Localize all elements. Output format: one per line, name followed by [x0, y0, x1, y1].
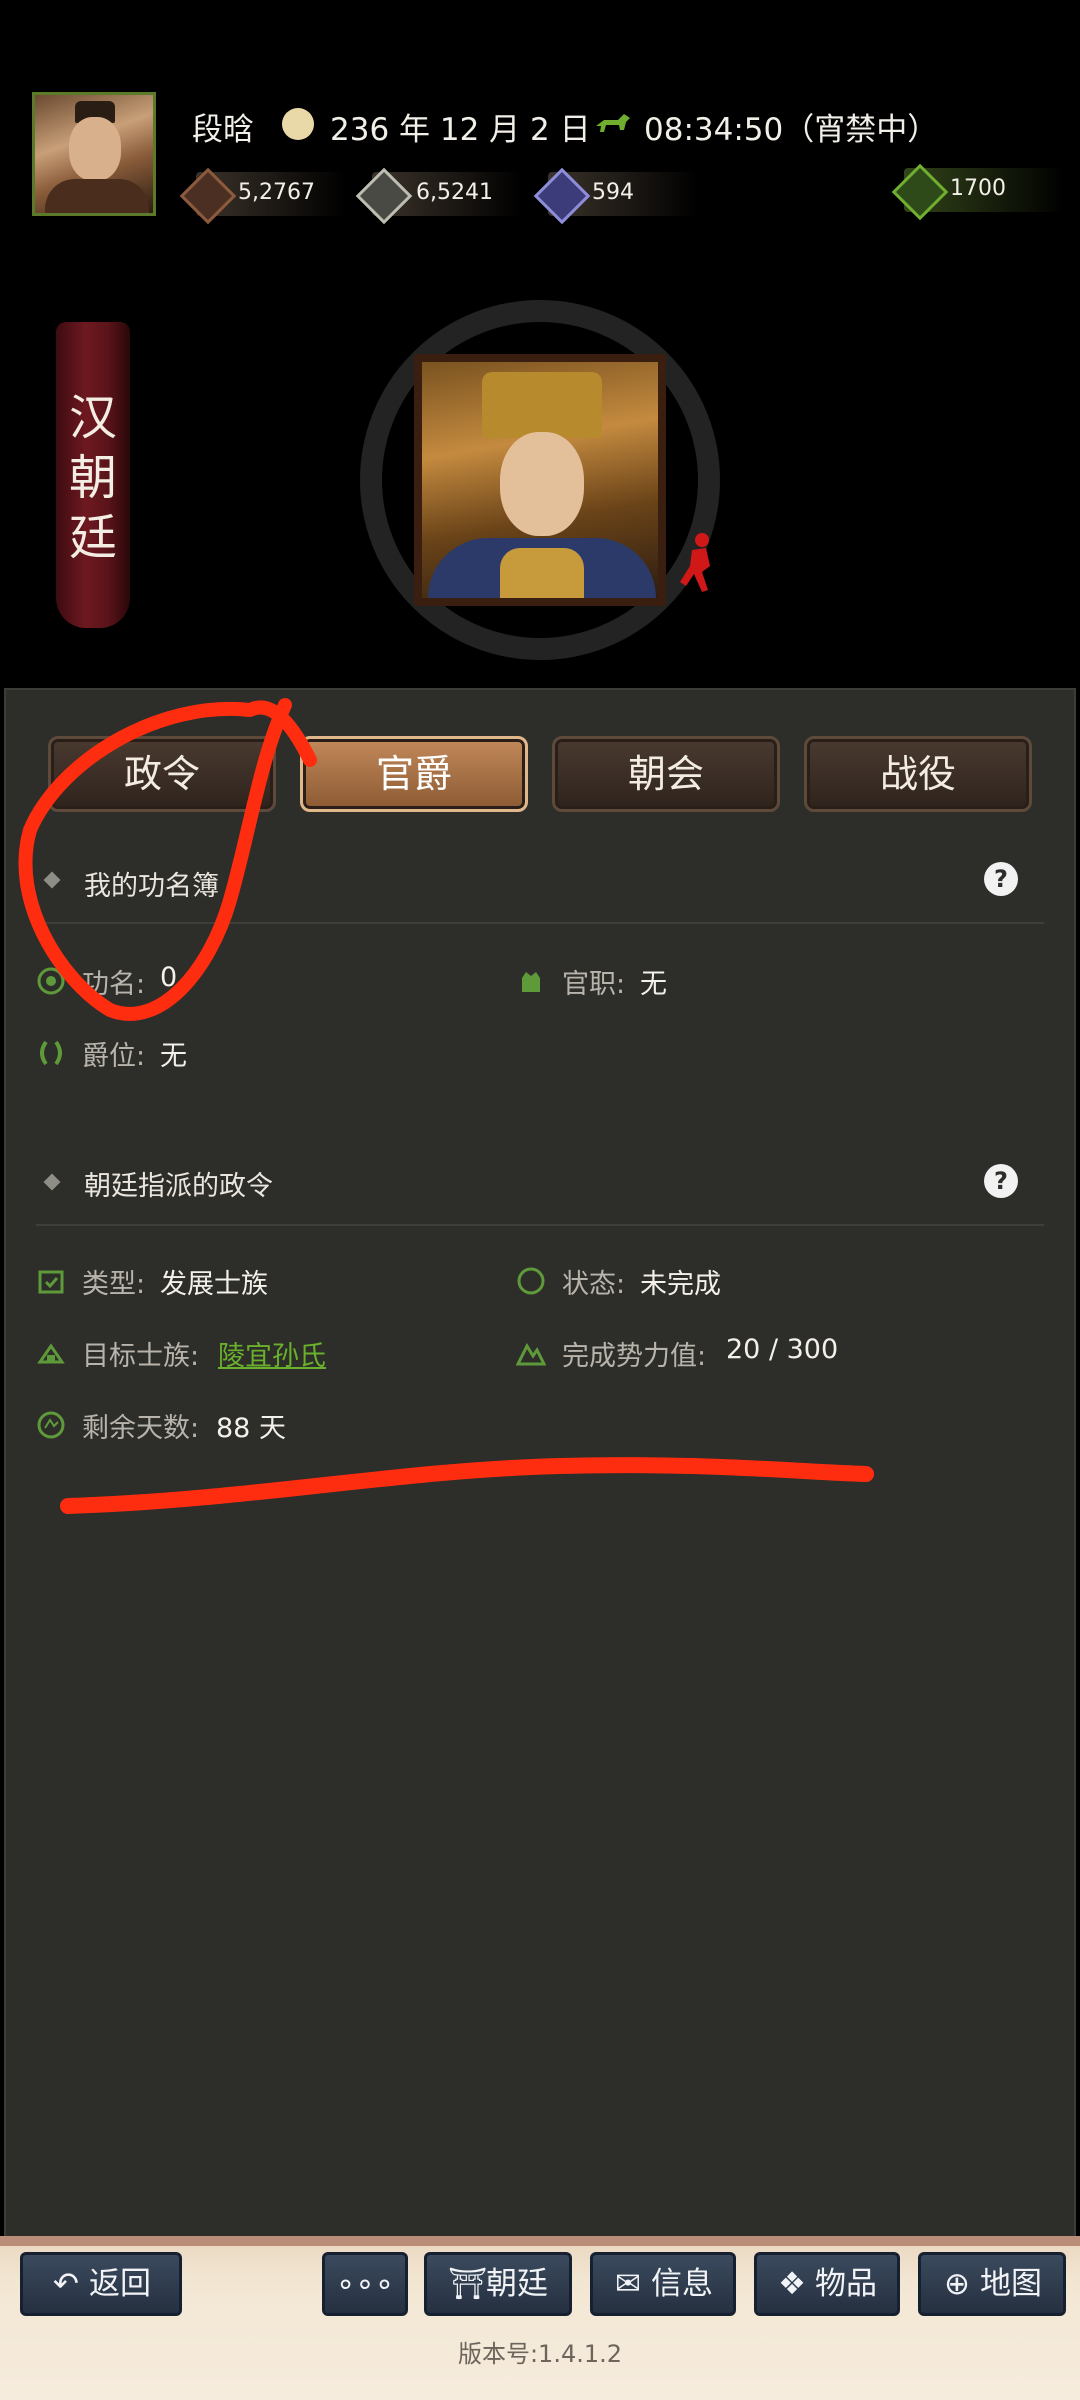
help-icon[interactable]: ? [984, 862, 1018, 896]
bottom-trim [0, 2236, 1080, 2246]
status-value: 未完成 [640, 1269, 721, 1300]
office-label: 官职: [562, 969, 626, 1000]
back-label: 返回 [89, 2266, 151, 2302]
section-decree-title: 朝廷指派的政令 [84, 1171, 273, 1202]
status-label: 状态: [562, 1269, 626, 1300]
globe-icon: ⊕ [944, 2266, 970, 2302]
horse-icon [596, 114, 630, 132]
clan-icon [37, 1343, 65, 1364]
divider [36, 922, 1044, 924]
game-time: 08:34:50（宵禁中） [644, 112, 939, 148]
target-clan-label: 目标士族: [82, 1341, 200, 1372]
info-label: 信息 [651, 2266, 713, 2302]
days-label: 剩余天数: [82, 1413, 200, 1444]
type-value: 发展士族 [160, 1269, 268, 1300]
days-icon [37, 1411, 65, 1439]
player-name: 段晗 [192, 112, 254, 148]
more-label: ∘∘∘ [335, 2266, 395, 2302]
calendar-check-icon [38, 1270, 64, 1294]
player-avatar[interactable] [32, 92, 156, 216]
tab-rank-label: 官爵 [375, 752, 452, 796]
tab-court-meeting-label: 朝会 [627, 752, 704, 796]
items-icon: ❖ [778, 2266, 806, 2302]
mountain-icon [516, 1342, 546, 1366]
back-button[interactable]: ↶ 返回 [20, 2252, 182, 2316]
tab-campaign[interactable]: 战役 [804, 736, 1032, 812]
back-arrow-icon: ↶ [53, 2266, 79, 2302]
court-label: 朝廷 [486, 2266, 548, 2302]
money-value: 5,2767 [238, 180, 315, 205]
section-rank-title: 我的功名簿 [84, 871, 219, 902]
map-label: 地图 [980, 2266, 1042, 2302]
troops-value: 594 [592, 180, 634, 205]
merit-label: 功名: [82, 969, 146, 1000]
tab-court-meeting[interactable]: 朝会 [552, 736, 780, 812]
palace-icon: ⛩ [448, 2266, 488, 2302]
tab-campaign-label: 战役 [879, 752, 956, 796]
title-label: 爵位: [82, 1041, 146, 1072]
more-button[interactable]: ∘∘∘ [322, 2252, 408, 2316]
items-button[interactable]: ❖ 物品 [754, 2252, 900, 2316]
bag-value: 1700 [950, 176, 1006, 201]
banner-char-3: 廷 [68, 510, 117, 566]
info-button[interactable]: ✉ 信息 [590, 2252, 736, 2316]
title-value: 无 [160, 1041, 187, 1072]
progress-value: 20 / 300 [726, 1334, 839, 1365]
laurel-icon [40, 1040, 62, 1066]
emperor-portrait[interactable] [414, 354, 666, 606]
grain-value: 6,5241 [416, 180, 493, 205]
tab-decree-label: 政令 [123, 752, 200, 796]
chat-icon: ✉ [615, 2266, 641, 2302]
runner-icon[interactable] [672, 532, 720, 596]
court-button[interactable]: ⛩朝廷 [424, 2252, 572, 2316]
status-circle-icon [517, 1267, 545, 1295]
items-label: 物品 [815, 2266, 877, 2302]
office-icon [522, 972, 540, 992]
tab-rank[interactable]: 官爵 [300, 736, 528, 812]
court-banner: 汉 朝 廷 [56, 322, 130, 628]
merit-icon [37, 967, 65, 995]
office-value: 无 [640, 969, 667, 1000]
calendar-icon [282, 108, 314, 140]
help-icon[interactable]: ? [984, 1164, 1018, 1198]
target-clan-link[interactable]: 陵宜孙氏 [218, 1334, 326, 1373]
progress-label: 完成势力值: [562, 1341, 707, 1372]
tab-decree[interactable]: 政令 [48, 736, 276, 812]
map-button[interactable]: ⊕ 地图 [918, 2252, 1066, 2316]
game-date: 236 年 12 月 2 日 [330, 112, 591, 148]
version-text: 版本号:1.4.1.2 [457, 2340, 623, 2368]
merit-value: 0 [160, 962, 178, 993]
days-value: 88 天 [216, 1413, 286, 1444]
divider [36, 1224, 1044, 1226]
type-label: 类型: [82, 1269, 146, 1300]
